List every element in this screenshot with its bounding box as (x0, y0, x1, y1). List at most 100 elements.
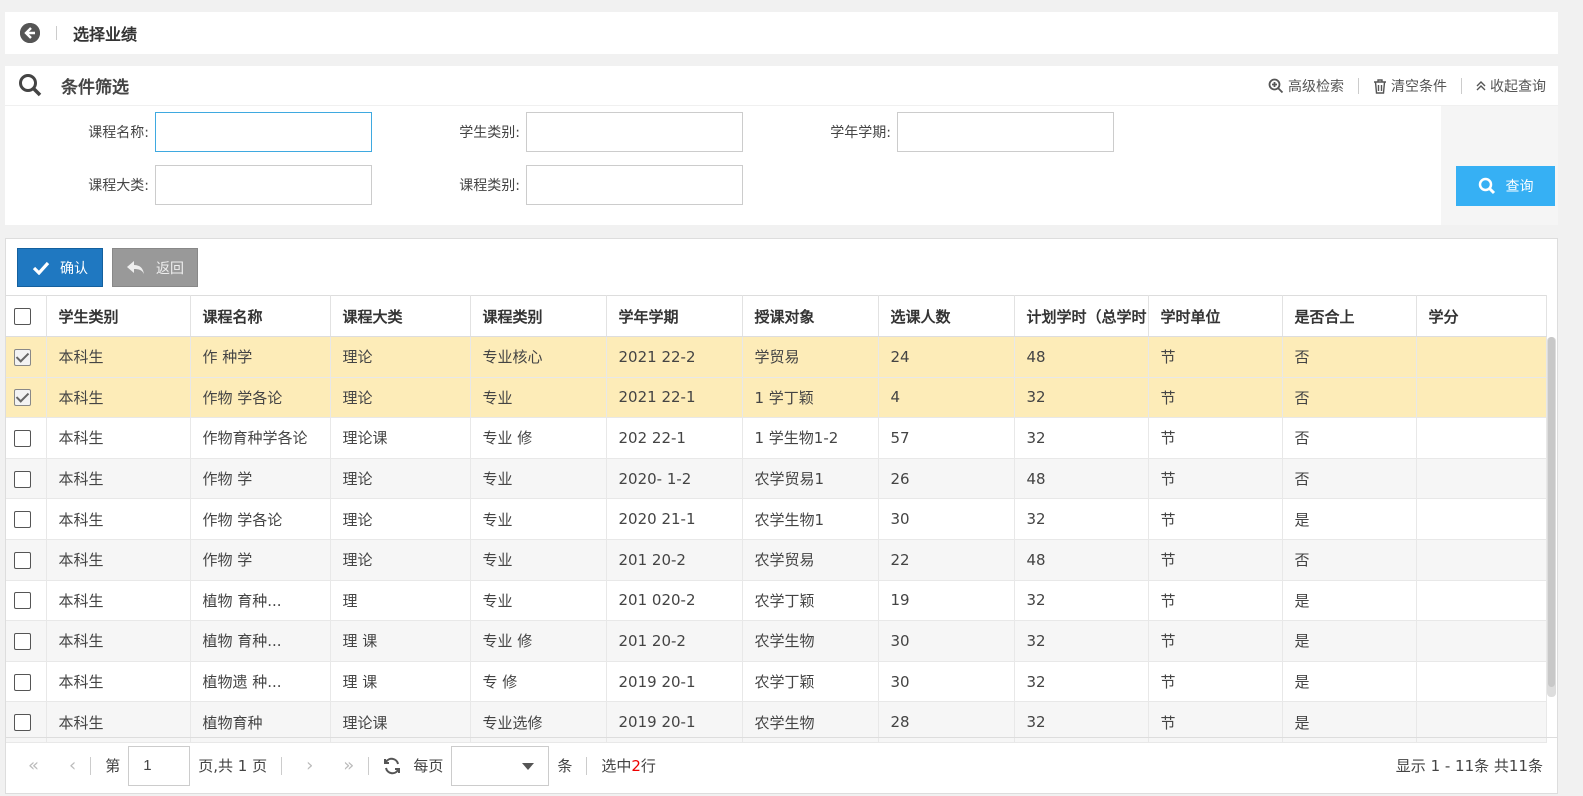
table-cell: 24 (878, 336, 1015, 378)
course-category-input[interactable] (155, 165, 372, 205)
table-cell: 本科生 (46, 539, 191, 581)
term-label: 学年学期: (830, 125, 891, 141)
advanced-search-button[interactable]: 高级检索 (1268, 76, 1344, 96)
vertical-scrollbar[interactable] (1547, 337, 1556, 697)
select-all-checkbox[interactable] (14, 308, 31, 325)
table-row[interactable]: 本科生 植物 育种... 理 课专业 修 201 20-2 农学生物 30 32 节是 (6, 620, 1547, 662)
row-select-cell (6, 620, 47, 662)
row-checkbox[interactable] (14, 389, 31, 407)
column-header[interactable]: 课程类别 (470, 295, 607, 337)
table-row[interactable]: 本科生 作物 学各论 理论 专业 2021 22-1 1 学丁颖 4 32 节否 (6, 377, 1547, 419)
column-header[interactable]: 学生类别 (46, 295, 191, 337)
column-header[interactable]: 是否合上 (1282, 295, 1417, 337)
table-cell: 本科生 (46, 336, 191, 378)
table-cell: 专业核心 (470, 336, 607, 378)
table-cell: 植物 育种... (190, 580, 331, 622)
row-checkbox[interactable] (14, 592, 31, 610)
row-checkbox[interactable] (14, 470, 31, 488)
refresh-icon[interactable] (383, 757, 401, 775)
table-cell (1416, 620, 1547, 662)
clear-conditions-label: 清空条件 (1391, 79, 1447, 95)
row-checkbox[interactable] (14, 511, 31, 529)
per-page-select[interactable] (451, 745, 550, 786)
table-cell: 32 (1014, 417, 1149, 459)
query-button[interactable]: 查询 (1456, 166, 1555, 206)
table-cell: 30 (878, 498, 1015, 540)
table-cell (1416, 539, 1547, 581)
column-header[interactable]: 课程名称 (190, 295, 331, 337)
row-checkbox[interactable] (14, 551, 31, 569)
prev-page-icon[interactable]: ‹ (69, 755, 76, 776)
confirm-button[interactable]: 确认 (17, 248, 103, 287)
table-row[interactable]: 本科生 作物 学各论 理论 专业 2020 21-1 农学生物1 30 32 节是 (6, 498, 1547, 540)
student-type-input[interactable] (526, 112, 743, 152)
row-select-cell (6, 539, 47, 581)
selected-prefix: 选中 (601, 757, 632, 775)
record-summary: 显示 1 - 11条 共11条 (1395, 757, 1543, 775)
filter-field-course-category: 课程大类: (5, 165, 372, 205)
table-row[interactable]: 本科生 作物育种学各论 理论课 专业 修 202 22-1 1 学生物1-2 57 32 节否 (6, 417, 1547, 459)
column-header[interactable]: 学时单位 (1148, 295, 1283, 337)
table-cell: 是 (1282, 661, 1417, 703)
table-cell: 专业 (470, 458, 607, 500)
back-arrow-icon[interactable] (20, 23, 40, 43)
table-cell: 本科生 (46, 417, 191, 459)
table-body: 本科生作 种学 理论 专业核心 2021 22-2 学贸易 24 48 节否本科生 作物 学各… (6, 336, 1547, 743)
filter-panel: 条件筛选 高级检索 清空条件 收起查询 课程名称: 学生类别: 学年学期: 课程… (5, 66, 1558, 225)
row-checkbox[interactable] (14, 632, 31, 650)
last-page-icon[interactable]: » (343, 755, 354, 776)
row-checkbox[interactable] (14, 348, 31, 366)
table-cell: 节 (1148, 458, 1283, 500)
table-cell: 专 修 (470, 661, 607, 703)
first-page-icon[interactable]: « (28, 755, 39, 776)
course-name-input[interactable] (155, 112, 372, 152)
table-cell: 2021 22-1 (606, 377, 743, 419)
column-header[interactable]: 计划学时（总学时 (1014, 295, 1149, 337)
table-cell: 农学生物1 (742, 498, 879, 540)
table-cell: 节 (1148, 336, 1283, 378)
row-checkbox[interactable] (14, 429, 31, 447)
column-header[interactable]: 选课人数 (878, 295, 1015, 337)
search-icon (18, 73, 44, 99)
page-number-input[interactable] (128, 745, 191, 786)
table-cell: 1 学丁颖 (742, 377, 879, 419)
table-cell: 专业 修 (470, 417, 607, 459)
column-header[interactable]: 学年学期 (606, 295, 743, 337)
row-select-cell (6, 377, 47, 419)
clear-conditions-button[interactable]: 清空条件 (1373, 76, 1447, 96)
table-row[interactable]: 本科生 作物 学理论 专业 201 20-2 农学贸易 22 48 节否 (6, 539, 1547, 581)
table-cell (1416, 661, 1547, 703)
column-header[interactable]: 学分 (1416, 295, 1547, 337)
row-select-cell (6, 458, 47, 500)
table-cell: 否 (1282, 377, 1417, 419)
table-cell: 农学贸易1 (742, 458, 879, 500)
return-label: 返回 (156, 260, 184, 277)
term-input[interactable] (897, 112, 1114, 152)
table-cell: 本科生 (46, 377, 191, 419)
column-header[interactable]: 授课对象 (742, 295, 879, 337)
course-type-label: 课程类别: (459, 178, 520, 194)
table-row[interactable]: 本科生 植物遗 种... 理 课专 修 2019 20-1 农学丁颖 30 32 节是 (6, 661, 1547, 703)
table-cell: 理 课 (330, 661, 471, 703)
search-icon (1478, 177, 1495, 195)
table-cell: 48 (1014, 336, 1149, 378)
return-button[interactable]: 返回 (112, 248, 198, 287)
next-page-icon[interactable]: › (306, 755, 313, 776)
advanced-search-label: 高级检索 (1288, 79, 1344, 95)
row-checkbox[interactable] (14, 714, 31, 732)
course-type-input[interactable] (526, 165, 743, 205)
table-row[interactable]: 本科生作 种学 理论 专业核心 2021 22-2 学贸易 24 48 节否 (6, 336, 1547, 378)
table-cell: 22 (878, 539, 1015, 581)
table-row[interactable]: 本科生 植物 育种... 理专业 201 020-2 农学丁颖 19 32 节是 (6, 580, 1547, 622)
table-row[interactable]: 本科生 作物 学理论 专业 2020- 1-2 农学贸易1 26 48 节否 (6, 458, 1547, 500)
row-checkbox[interactable] (14, 673, 31, 691)
table-cell: 4 (878, 377, 1015, 419)
table-cell: 农学丁颖 (742, 580, 879, 622)
collapse-query-button[interactable]: 收起查询 (1476, 76, 1546, 96)
table-cell: 2019 20-1 (606, 661, 743, 703)
divider (56, 26, 57, 40)
zoom-plus-icon (1268, 78, 1284, 94)
collapse-query-label: 收起查询 (1490, 79, 1546, 95)
table-cell: 节 (1148, 417, 1283, 459)
column-header[interactable]: 课程大类 (330, 295, 471, 337)
